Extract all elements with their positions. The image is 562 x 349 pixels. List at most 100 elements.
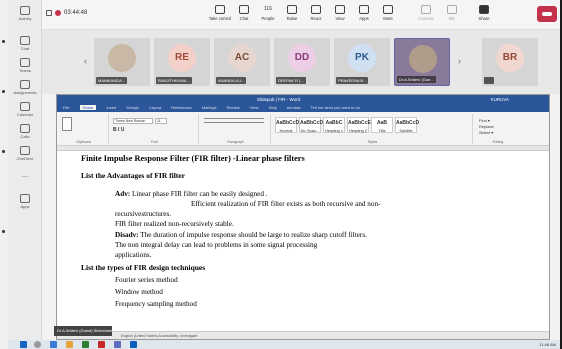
tab-review[interactable]: Review — [227, 105, 240, 110]
style-normal[interactable]: AaBbCcDd Normal — [275, 117, 302, 133]
more-button[interactable]: More — [376, 4, 400, 26]
style-subtitle[interactable]: AaBbCcD Subtitle — [395, 117, 419, 133]
clipboard-group: Clipboard — [59, 114, 109, 144]
rail-item-assignments[interactable]: Assignments — [8, 78, 42, 100]
shield-icon — [46, 10, 52, 16]
left-edge — [0, 0, 8, 349]
avatar: AC — [228, 44, 256, 72]
chat-icon — [239, 5, 249, 14]
meeting-timer: 03:44:48 — [46, 10, 87, 16]
mic-button[interactable]: Mic — [440, 4, 464, 26]
tab-home[interactable]: Home — [79, 105, 97, 110]
assignments-icon — [20, 80, 30, 89]
ribbon-tabs: File Home Insert Design Layout Reference… — [57, 104, 549, 112]
rail-item-onedrive[interactable]: OneDrive — [8, 144, 42, 166]
rail-item-more[interactable]: ... — [8, 170, 42, 192]
people-icon: 116 — [264, 6, 272, 12]
share-button[interactable]: Share — [472, 4, 496, 26]
paragraph-group: Paragraph — [201, 114, 271, 144]
apps-icon — [359, 5, 369, 14]
search-icon[interactable] — [34, 341, 41, 348]
doc-heading: Finite Impulse Response Filter (FIR filt… — [81, 154, 305, 163]
tab-mailings[interactable]: Mailings — [202, 105, 217, 110]
style-no-spacing[interactable]: AaBbCcDd No Spac... — [299, 117, 326, 133]
ruler — [57, 146, 549, 151]
document-page[interactable]: Finite Impulse Response Filter (FIR filt… — [79, 152, 529, 327]
find-replace[interactable]: Find ▾ Replace Select ▾ — [479, 118, 494, 136]
chevron-right-icon[interactable]: › — [458, 56, 461, 66]
paste-icon[interactable] — [62, 117, 72, 131]
excel-icon[interactable] — [82, 341, 89, 348]
presenter-pip[interactable]: Dr.A.Sridevi (Guest) Slideshared — [54, 326, 112, 336]
rail-item-teams[interactable]: Teams — [8, 56, 42, 78]
view-button[interactable]: View — [328, 4, 352, 26]
rail-item-calls[interactable]: Calls — [8, 122, 42, 144]
start-icon[interactable] — [20, 341, 27, 348]
tab-references[interactable]: References — [171, 105, 191, 110]
doc-adv-line3: recursivestructures. — [115, 210, 172, 218]
word-icon[interactable] — [130, 341, 137, 348]
word-statusbar: English (United States) Accessibility: I… — [57, 331, 549, 339]
avatar — [108, 44, 136, 72]
tab-design[interactable]: Design — [127, 105, 139, 110]
participant-tile-active[interactable]: Dr.A.Srideví (Gue... — [394, 38, 450, 86]
apps-button[interactable]: Apps — [352, 4, 376, 26]
tab-acrobat[interactable]: Acrobat — [287, 105, 301, 110]
participant-tile[interactable]: DD DEEPAK R (... — [274, 38, 330, 86]
style-heading2[interactable]: AaBbCcE Heading 2 — [347, 117, 371, 133]
participant-tile[interactable]: BR — [482, 38, 538, 86]
task-view-icon[interactable] — [50, 341, 57, 348]
participant-tile[interactable]: PK PRAVEENA B... — [334, 38, 390, 86]
tab-layout[interactable]: Layout — [149, 105, 161, 110]
avatar: PK — [348, 44, 376, 72]
explorer-icon[interactable] — [66, 341, 73, 348]
participant-tile[interactable]: RE RANJITHKUMA... — [154, 38, 210, 86]
doc-adv-line1: Adv: Linear phase FIR filter can be easi… — [115, 190, 268, 198]
raise-hand-button[interactable]: Raise — [280, 4, 304, 26]
shared-word-window: Slidepub | FIR - Word KURUVA File Home I… — [56, 94, 550, 340]
teams-icon[interactable] — [114, 341, 121, 348]
react-button[interactable]: React — [304, 4, 328, 26]
edge-marker — [2, 40, 5, 43]
doc-disadv-line1: Disadv: The duration of impulse response… — [115, 231, 367, 239]
doc-tech3: Frequency sampling method — [115, 300, 197, 308]
participant-tile[interactable]: AC ANANDA KU... — [214, 38, 270, 86]
styles-group: AaBbCcDd Normal AaBbCcDd No Spac... AaBbC H… — [273, 114, 473, 144]
calendar-icon — [20, 102, 30, 111]
edge-marker — [2, 90, 5, 93]
camera-icon — [421, 5, 431, 14]
camera-button[interactable]: Camera — [414, 4, 438, 26]
list-icon[interactable] — [204, 118, 264, 123]
participant-tile[interactable]: MANIKANDA... — [94, 38, 150, 86]
take-control-icon — [215, 5, 225, 14]
doc-tech2: Window method — [115, 288, 163, 296]
rail-item-activity[interactable]: Activity — [8, 4, 42, 26]
tab-view[interactable]: View — [250, 105, 259, 110]
font-name-select[interactable]: Times New Roman — [113, 118, 153, 124]
rail-item-apps[interactable]: Apps — [8, 192, 42, 214]
doc-disadv-line3: applications. — [115, 251, 152, 259]
share-icon — [479, 5, 489, 14]
leave-button[interactable] — [537, 6, 557, 22]
bold-italic-underline[interactable]: B I U — [113, 127, 124, 133]
chevron-left-icon[interactable]: ‹ — [84, 56, 87, 66]
word-titlebar: Slidepub | FIR - Word KURUVA — [57, 95, 549, 104]
chat-icon — [20, 36, 30, 45]
people-button[interactable]: 116 People — [256, 4, 280, 26]
rail-item-chat[interactable]: Chat — [8, 34, 42, 56]
avatar: DD — [288, 44, 316, 72]
phone-icon — [20, 124, 30, 133]
style-heading1[interactable]: AaBbC Heading 1 — [323, 117, 345, 133]
style-title[interactable]: AaB Title — [371, 117, 393, 133]
chat-button[interactable]: Chat — [232, 4, 256, 26]
take-control-button[interactable]: Take control — [208, 4, 232, 26]
tab-file[interactable]: File — [63, 105, 69, 110]
font-size-select[interactable]: 11 — [155, 118, 167, 124]
tab-insert[interactable]: Insert — [106, 105, 116, 110]
tell-me-box[interactable]: Tell me what you want to do — [311, 105, 360, 110]
tab-help[interactable]: Help — [269, 105, 277, 110]
meeting-toolbar: 03:44:48 Take control Chat 116 People Rai… — [42, 0, 560, 30]
participant-strip: ‹ MANIKANDA... RE RANJITHKUMA... AC ANAN… — [42, 30, 560, 94]
rail-item-calendar[interactable]: Calendar — [8, 100, 42, 122]
powerpoint-icon[interactable] — [98, 341, 105, 348]
